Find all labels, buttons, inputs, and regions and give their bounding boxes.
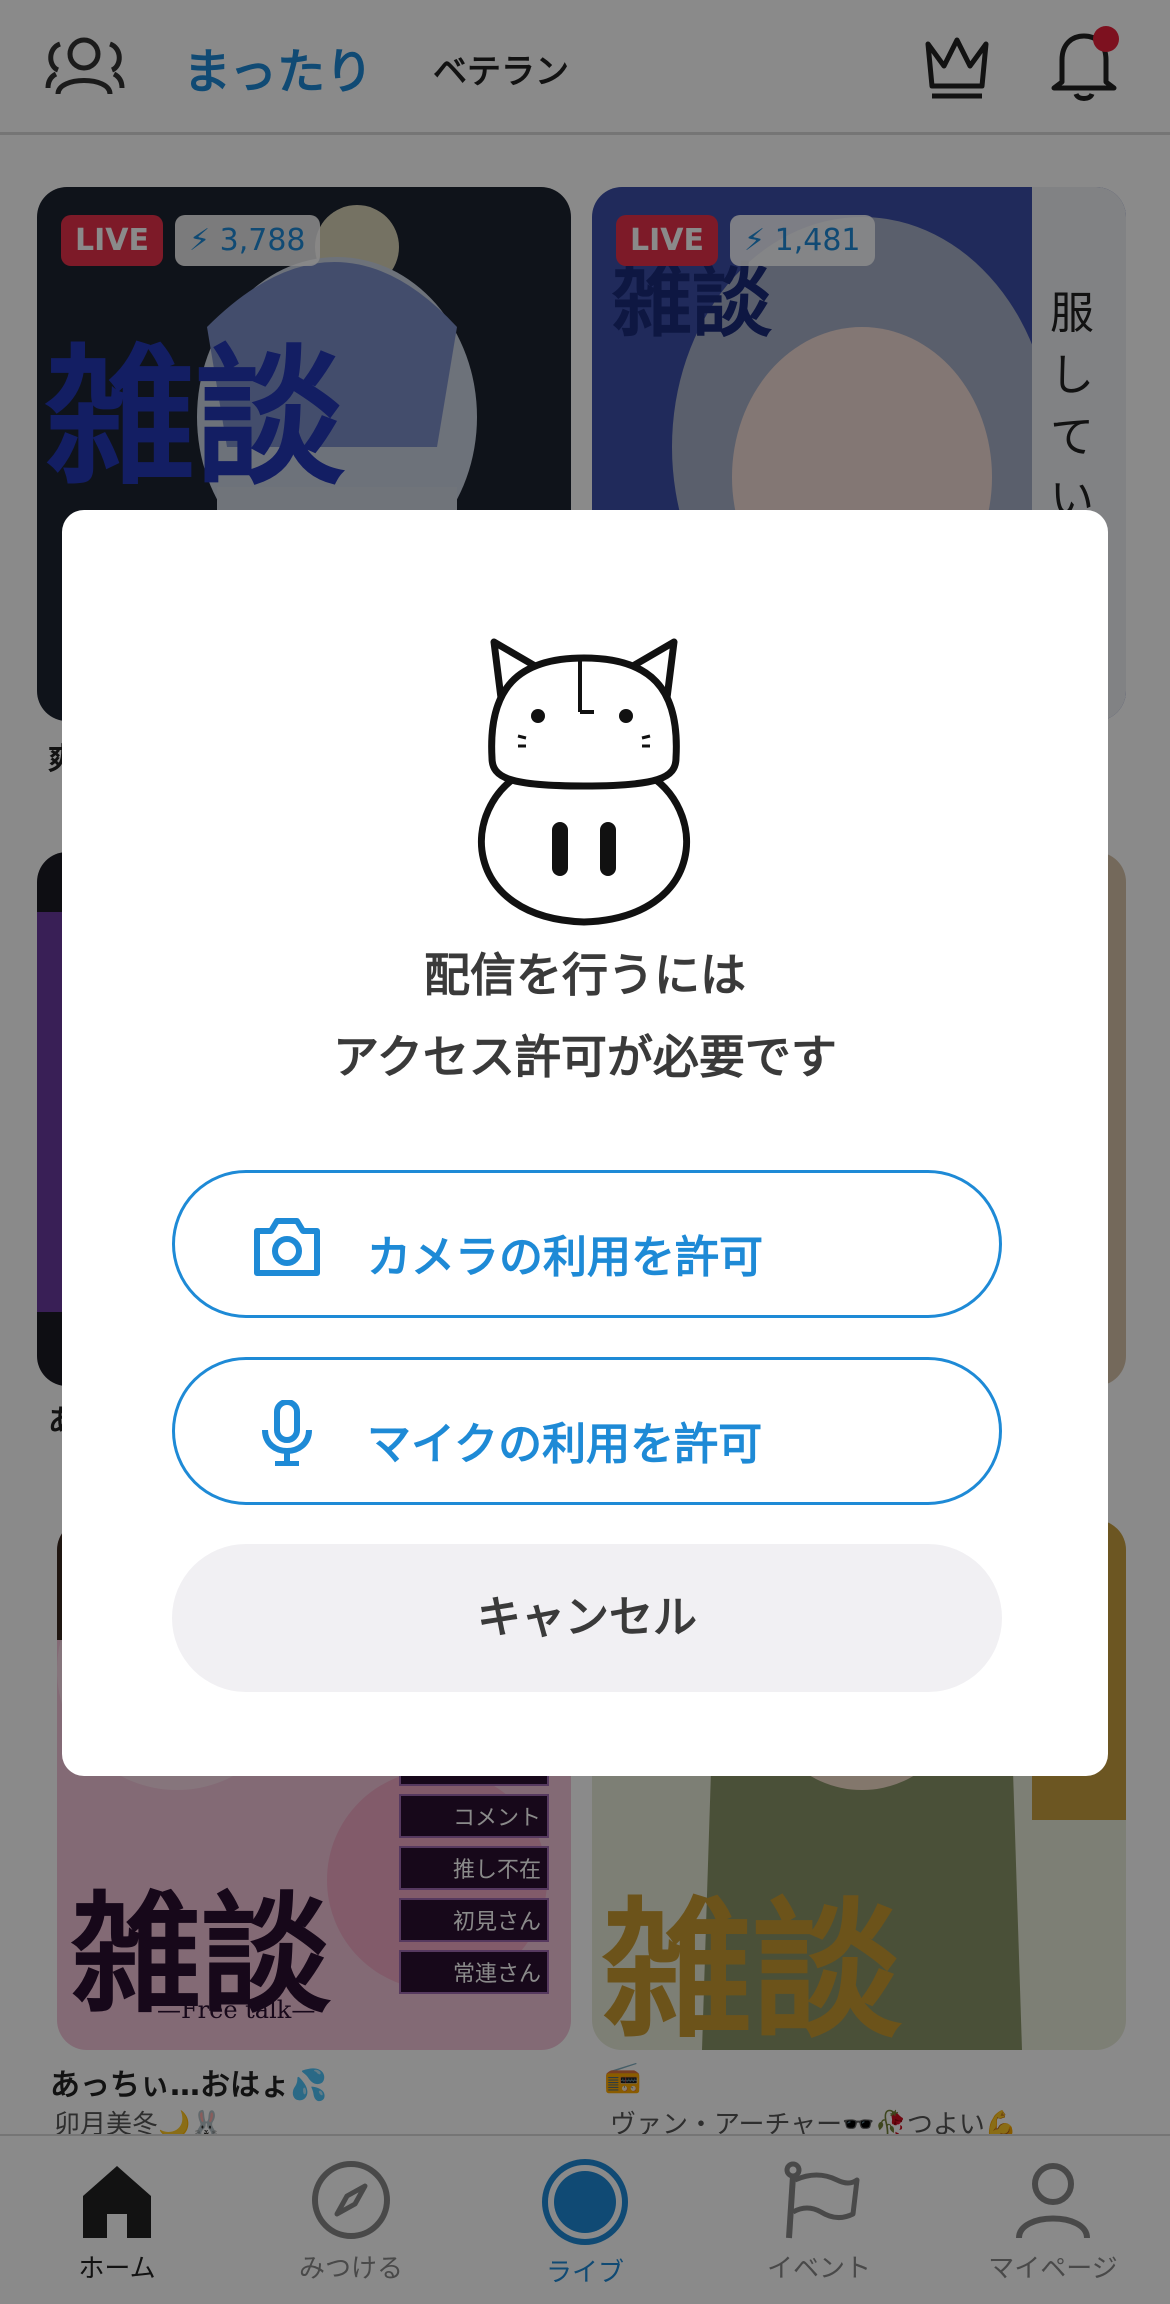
message-line-1: 配信を行うには	[424, 948, 746, 1002]
allow-mic-button[interactable]: マイクの利用を許可	[172, 1357, 1002, 1505]
permission-message: 配信を行うには アクセス許可が必要です	[62, 934, 1108, 1098]
cancel-label: キャンセル	[477, 1592, 697, 1643]
message-line-2: アクセス許可が必要です	[333, 1030, 837, 1084]
permission-dialog: 配信を行うには アクセス許可が必要です カメラの利用を許可 マイクの利用を許可 …	[62, 510, 1108, 1776]
allow-camera-label: カメラの利用を許可	[367, 1232, 763, 1283]
camera-icon	[254, 1218, 320, 1276]
cat-mascot-icon	[478, 638, 690, 926]
microphone-icon	[262, 1400, 312, 1466]
cancel-button[interactable]: キャンセル	[172, 1544, 1002, 1692]
allow-camera-button[interactable]: カメラの利用を許可	[172, 1170, 1002, 1318]
allow-mic-label: マイクの利用を許可	[367, 1419, 763, 1470]
